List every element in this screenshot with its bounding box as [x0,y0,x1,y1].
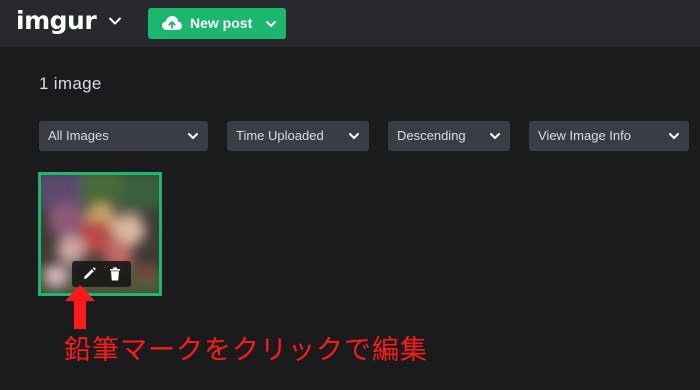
chevron-down-icon[interactable] [265,18,277,30]
chevron-down-icon [490,133,500,139]
image-thumbnail[interactable] [38,172,162,296]
filter-images-select[interactable]: All Images [39,121,208,151]
pencil-icon[interactable] [81,266,97,282]
image-count: 1 image [39,74,102,93]
sort-field-select[interactable]: Time Uploaded [227,121,369,151]
chevron-down-icon [188,133,198,139]
chevron-down-icon[interactable] [108,14,122,28]
top-bar: imgur New post [0,0,700,47]
chevron-down-icon [669,133,679,139]
view-mode-label: View Image Info [538,128,631,143]
new-post-label: New post [190,15,253,31]
annotation-text: 鉛筆マークをクリックで編集 [64,335,428,366]
chevron-down-icon [349,133,359,139]
red-up-arrow [65,285,95,329]
trash-icon[interactable] [107,266,123,282]
cloud-upload-icon [162,16,182,30]
imgur-logo[interactable]: imgur [16,6,97,35]
sort-order-label: Descending [397,128,466,143]
view-mode-select[interactable]: View Image Info [529,121,689,151]
sort-field-label: Time Uploaded [236,128,324,143]
sort-order-select[interactable]: Descending [388,121,510,151]
filter-images-label: All Images [48,128,109,143]
new-post-button[interactable]: New post [148,8,286,39]
